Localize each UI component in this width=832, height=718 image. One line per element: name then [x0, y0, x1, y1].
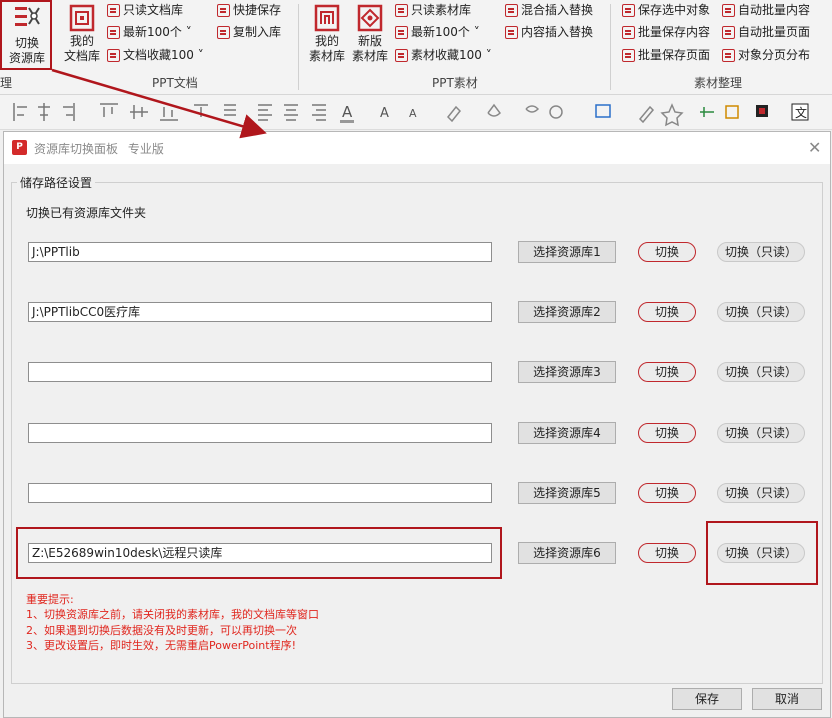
annotation-arrow — [51, 68, 267, 139]
